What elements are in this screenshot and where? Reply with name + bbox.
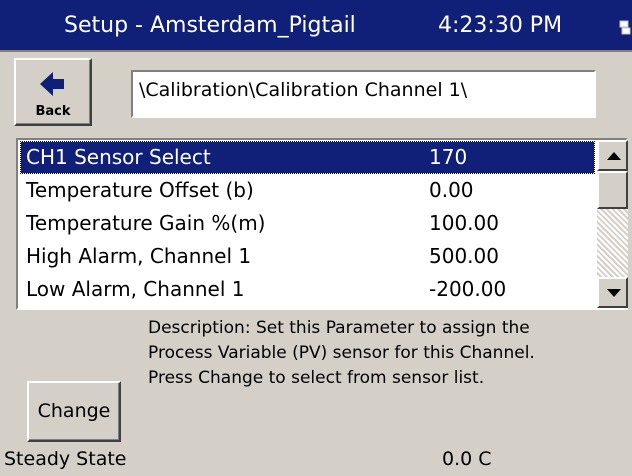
parameter-value: 0.00	[429, 178, 474, 202]
parameter-list[interactable]: CH1 Sensor Select 170 Temperature Offset…	[16, 138, 628, 310]
scrollbar-thumb[interactable]	[597, 171, 628, 209]
parameter-value: 170	[429, 145, 468, 169]
parameter-rows: CH1 Sensor Select 170 Temperature Offset…	[18, 140, 596, 308]
parameter-label: Low Alarm, Channel 1	[26, 277, 245, 301]
back-button[interactable]: Back	[14, 58, 92, 126]
network-icon[interactable]	[619, 17, 631, 35]
parameter-value: -200.00	[429, 277, 507, 301]
list-item[interactable]: CH1 Sensor Select 170	[20, 141, 595, 174]
parameter-label: CH1 Sensor Select	[26, 145, 211, 169]
window-title: Setup - Amsterdam_Pigtail	[64, 13, 356, 38]
description-line: Process Variable (PV) sensor for this Ch…	[148, 343, 535, 363]
title-bar: Setup - Amsterdam_Pigtail 4:23:30 PM	[0, 0, 632, 50]
parameter-label: High Alarm, Channel 1	[26, 244, 252, 268]
status-label: Steady State	[4, 448, 127, 470]
list-item[interactable]: Temperature Gain %(m) 100.00	[21, 208, 594, 239]
title-bar-shadow	[0, 50, 632, 52]
scroll-down-button[interactable]	[597, 277, 628, 308]
parameter-label: Temperature Offset (b)	[26, 178, 254, 202]
triangle-down-icon	[607, 289, 621, 297]
description-text: Description: Set this Parameter to assig…	[148, 316, 628, 391]
parameter-value: 500.00	[429, 244, 499, 268]
parameter-label: Temperature Gain %(m)	[26, 211, 266, 235]
list-item[interactable]: Low Alarm, Channel 1 -200.00	[21, 274, 594, 305]
back-button-label: Back	[35, 104, 71, 119]
description-line: Description: Set this Parameter to assig…	[148, 318, 530, 338]
path-field: \Calibration\Calibration Channel 1\	[131, 70, 596, 118]
triangle-up-icon	[607, 152, 621, 160]
list-item[interactable]: Temperature Offset (b) 0.00	[21, 175, 594, 206]
description-line: Press Change to select from sensor list.	[148, 368, 485, 388]
list-item[interactable]: High Alarm, Channel 1 500.00	[21, 241, 594, 272]
status-value: 0.0 C	[442, 448, 492, 470]
left-arrow-icon	[38, 70, 68, 98]
vertical-scrollbar[interactable]	[597, 140, 628, 308]
clock: 4:23:30 PM	[438, 13, 563, 38]
scroll-up-button[interactable]	[597, 140, 628, 171]
parameter-value: 100.00	[429, 211, 499, 235]
change-button[interactable]: Change	[27, 381, 121, 442]
